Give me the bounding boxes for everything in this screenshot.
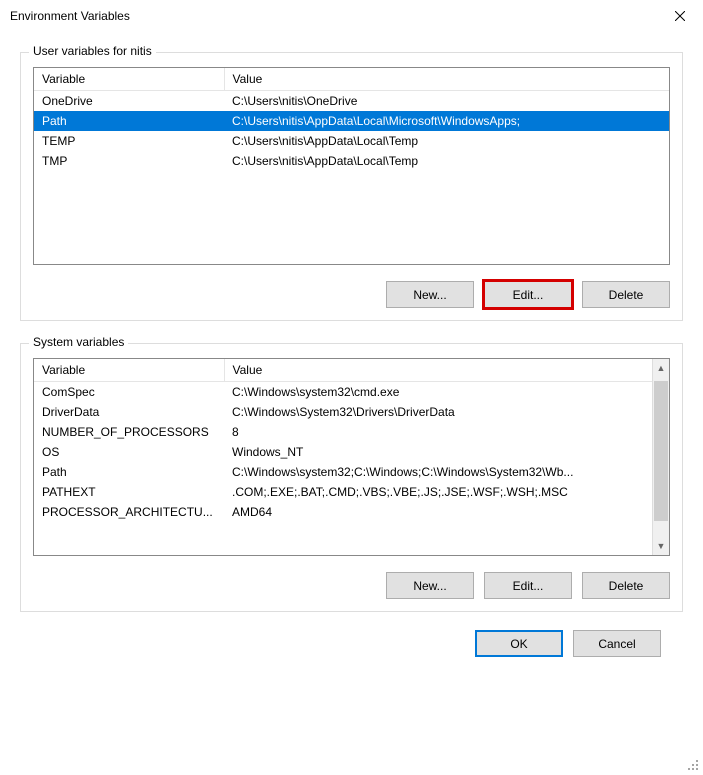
cell-val: C:\Users\nitis\AppData\Local\Microsoft\W… [224,111,669,131]
user-variables-group: User variables for nitis Variable Value … [20,52,683,321]
cell-val: C:\Users\nitis\AppData\Local\Temp [224,151,669,171]
cell-var: TEMP [34,131,224,151]
ok-button[interactable]: OK [475,630,563,657]
user-variables-buttons: New... Edit... Delete [33,281,670,308]
cell-var: Path [34,462,224,482]
cell-val: C:\Windows\System32\Drivers\DriverData [224,402,652,422]
close-button[interactable] [657,0,703,32]
system-variables-table-container: Variable Value ComSpecC:\Windows\system3… [33,358,670,556]
system-variables-buttons: New... Edit... Delete [33,572,670,599]
cell-val: C:\Windows\system32\cmd.exe [224,382,652,403]
user-variables-label: User variables for nitis [29,44,156,58]
table-row[interactable]: ComSpecC:\Windows\system32\cmd.exe [34,382,652,403]
dialog-content: User variables for nitis Variable Value … [0,32,703,671]
cell-val: .COM;.EXE;.BAT;.CMD;.VBS;.VBE;.JS;.JSE;.… [224,482,652,502]
table-row[interactable]: PATHEXT.COM;.EXE;.BAT;.CMD;.VBS;.VBE;.JS… [34,482,652,502]
close-icon [675,11,685,21]
vertical-scrollbar[interactable]: ▲ ▼ [652,359,669,555]
chevron-up-icon: ▲ [653,363,669,373]
sys-edit-button[interactable]: Edit... [484,572,572,599]
cell-var: DriverData [34,402,224,422]
user-col-variable[interactable]: Variable [34,68,224,91]
user-new-button[interactable]: New... [386,281,474,308]
cell-val: C:\Users\nitis\OneDrive [224,91,669,112]
chevron-down-icon: ▼ [653,541,669,551]
user-col-value[interactable]: Value [224,68,669,91]
user-edit-button[interactable]: Edit... [484,281,572,308]
cell-var: NUMBER_OF_PROCESSORS [34,422,224,442]
window-title: Environment Variables [10,9,130,23]
cell-var: ComSpec [34,382,224,403]
dialog-buttons: OK Cancel [20,612,683,661]
cell-var: PATHEXT [34,482,224,502]
cell-val: AMD64 [224,502,652,522]
scrollbar-thumb[interactable] [654,381,668,521]
cell-var: OneDrive [34,91,224,112]
table-row[interactable]: OSWindows_NT [34,442,652,462]
table-row[interactable]: OneDrive C:\Users\nitis\OneDrive [34,91,669,112]
system-variables-table[interactable]: Variable Value ComSpecC:\Windows\system3… [34,359,652,522]
cell-val: C:\Windows\system32;C:\Windows;C:\Window… [224,462,652,482]
cell-var: Path [34,111,224,131]
cell-val: 8 [224,422,652,442]
table-row[interactable]: NUMBER_OF_PROCESSORS8 [34,422,652,442]
table-row[interactable]: Path C:\Users\nitis\AppData\Local\Micros… [34,111,669,131]
cell-var: OS [34,442,224,462]
resize-grip[interactable] [687,759,699,771]
table-row[interactable]: PathC:\Windows\system32;C:\Windows;C:\Wi… [34,462,652,482]
user-variables-table[interactable]: Variable Value OneDrive C:\Users\nitis\O… [34,68,669,171]
sys-new-button[interactable]: New... [386,572,474,599]
sys-col-value[interactable]: Value [224,359,652,382]
resize-grip-icon [687,759,699,771]
table-row[interactable]: DriverDataC:\Windows\System32\Drivers\Dr… [34,402,652,422]
table-row[interactable]: TEMP C:\Users\nitis\AppData\Local\Temp [34,131,669,151]
table-row[interactable]: TMP C:\Users\nitis\AppData\Local\Temp [34,151,669,171]
cancel-button[interactable]: Cancel [573,630,661,657]
cell-var: PROCESSOR_ARCHITECTU... [34,502,224,522]
cell-val: C:\Users\nitis\AppData\Local\Temp [224,131,669,151]
cell-val: Windows_NT [224,442,652,462]
user-variables-table-container: Variable Value OneDrive C:\Users\nitis\O… [33,67,670,265]
sys-col-variable[interactable]: Variable [34,359,224,382]
user-delete-button[interactable]: Delete [582,281,670,308]
cell-var: TMP [34,151,224,171]
sys-delete-button[interactable]: Delete [582,572,670,599]
titlebar: Environment Variables [0,0,703,32]
system-variables-label: System variables [29,335,128,349]
system-variables-group: System variables Variable Value ComSpecC… [20,343,683,612]
table-row[interactable]: PROCESSOR_ARCHITECTU...AMD64 [34,502,652,522]
